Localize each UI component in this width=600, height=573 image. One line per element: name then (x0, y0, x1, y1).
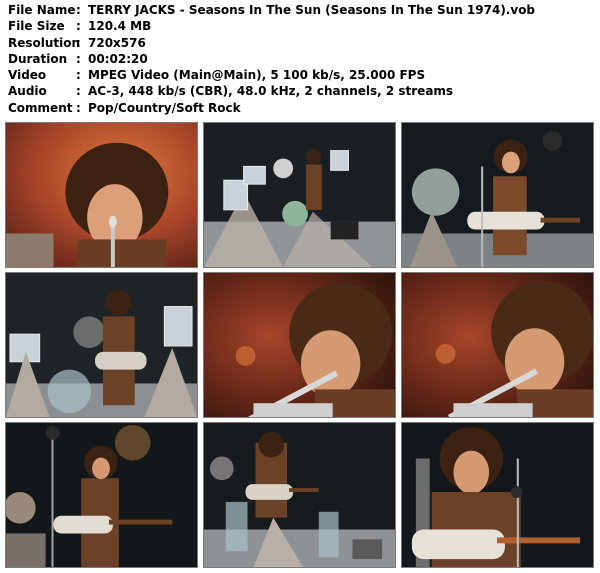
resolution-value: 720x576 (88, 35, 146, 50)
thumbnail-6-frame (402, 273, 593, 417)
thumbnail-5-frame (204, 273, 395, 417)
duration-value: 00:02:20 (88, 51, 148, 66)
thumbnail-1-frame (6, 123, 197, 267)
thumbnail-9-frame (402, 423, 593, 567)
thumbnail-grid (5, 122, 595, 568)
audio-key: Audio (8, 84, 47, 99)
thumbnail-2-frame (204, 123, 395, 267)
audio-separator: : (76, 84, 81, 99)
file-info-row-audio: Audio : AC-3, 448 kb/s (CBR), 48.0 kHz, … (8, 83, 535, 99)
file-info-row-resolution: Resolution : 720x576 (8, 35, 535, 51)
comment-value: Pop/Country/Soft Rock (88, 100, 241, 115)
video-key: Video (8, 68, 47, 83)
resolution-separator: : (76, 35, 81, 50)
duration-key: Duration (8, 51, 68, 66)
video-thumbnail-5[interactable] (203, 272, 396, 418)
file-size-value: 120.4 MB (88, 19, 152, 34)
duration-separator: : (76, 51, 81, 66)
video-separator: : (76, 68, 81, 83)
resolution-key: Resolution (8, 35, 81, 50)
thumbnail-4-frame (6, 273, 197, 417)
comment-key: Comment (8, 100, 73, 115)
video-thumbnail-8[interactable] (203, 422, 396, 568)
comment-separator: : (76, 100, 81, 115)
file-size-separator: : (76, 19, 81, 34)
video-thumbnail-4[interactable] (5, 272, 198, 418)
video-thumbnail-7[interactable] (5, 422, 198, 568)
file-info-panel: File Name : TERRY JACKS - Seasons In The… (8, 2, 535, 116)
video-thumbnail-1[interactable] (5, 122, 198, 268)
video-value: MPEG Video (Main@Main), 5 100 kb/s, 25.0… (88, 68, 426, 83)
video-thumbnail-6[interactable] (401, 272, 594, 418)
file-size-key: File Size (8, 19, 65, 34)
thumbnail-3-frame (402, 123, 593, 267)
file-name-separator: : (76, 3, 81, 17)
video-thumbnail-2[interactable] (203, 122, 396, 268)
file-name-key: File Name (8, 3, 76, 17)
file-info-row-comment: Comment : Pop/Country/Soft Rock (8, 100, 535, 116)
file-info-row-file-name: File Name : TERRY JACKS - Seasons In The… (8, 2, 535, 18)
thumbnail-8-frame (204, 423, 395, 567)
file-info-row-video: Video : MPEG Video (Main@Main), 5 100 kb… (8, 67, 535, 83)
thumbnail-7-frame (6, 423, 197, 567)
video-thumbnail-3[interactable] (401, 122, 594, 268)
file-info-row-file-size: File Size : 120.4 MB (8, 18, 535, 34)
audio-value: AC-3, 448 kb/s (CBR), 48.0 kHz, 2 channe… (88, 84, 454, 99)
file-name-value: TERRY JACKS - Seasons In The Sun (Season… (88, 3, 536, 17)
video-thumbnail-9[interactable] (401, 422, 594, 568)
file-info-row-duration: Duration : 00:02:20 (8, 51, 535, 67)
